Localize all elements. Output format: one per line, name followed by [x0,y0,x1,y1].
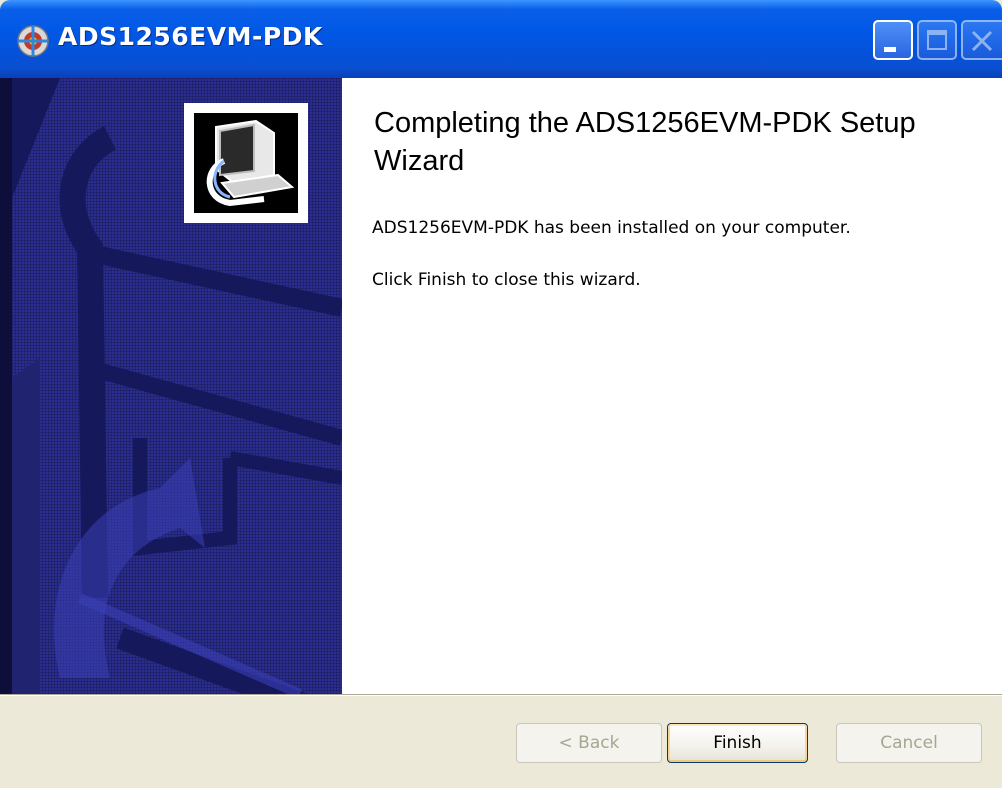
maximize-icon [927,30,947,50]
setup-wizard-window: ADS1256EVM-PDK Completing the ADS1256EVM… [0,0,1002,788]
wizard-side-banner [0,78,342,694]
title-bar[interactable]: ADS1256EVM-PDK [0,0,1002,78]
finish-button[interactable]: Finish [667,723,808,763]
wizard-content: Completing the ADS1256EVM-PDK Setup Wiza… [342,78,1002,694]
maximize-button[interactable] [917,20,957,60]
minimize-button[interactable] [873,20,913,60]
finish-instruction: Click Finish to close this wizard. [372,270,641,290]
installed-message: ADS1256EVM-PDK has been installed on you… [372,218,851,238]
cancel-button[interactable]: Cancel [836,723,982,763]
installer-disc-icon [17,25,49,57]
page-title: Completing the ADS1256EVM-PDK Setup Wiza… [374,107,916,177]
logo-frame [184,103,308,223]
button-bar: < Back Finish Cancel [0,694,1002,788]
close-icon [971,30,993,52]
computer-install-icon [194,113,298,213]
window-title: ADS1256EVM-PDK [58,22,323,51]
close-button[interactable] [961,20,1002,60]
minimize-icon [884,47,896,52]
back-button[interactable]: < Back [516,723,662,763]
